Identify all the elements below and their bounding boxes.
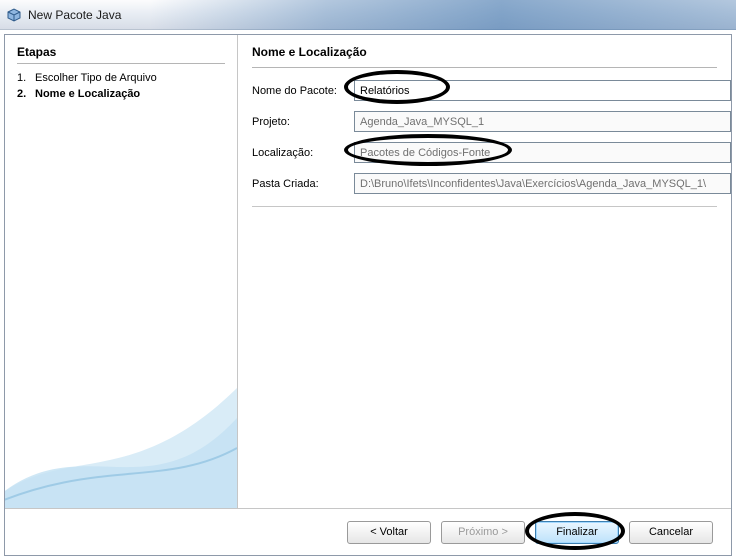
cancel-button[interactable]: Cancelar (629, 521, 713, 544)
panel-heading: Nome e Localização (252, 45, 731, 59)
created-folder-label: Pasta Criada: (252, 178, 348, 190)
steps-sidebar: Etapas 1. Escolher Tipo de Arquivo 2. No… (5, 35, 237, 508)
divider (252, 206, 717, 207)
titlebar: New Pacote Java (0, 0, 736, 30)
divider (252, 67, 717, 68)
package-name-input[interactable] (354, 80, 731, 101)
step-label: Nome e Localização (35, 88, 140, 100)
finish-button[interactable]: Finalizar (535, 521, 619, 544)
location-input[interactable] (354, 142, 731, 163)
wizard-main: Etapas 1. Escolher Tipo de Arquivo 2. No… (5, 35, 731, 509)
project-input (354, 111, 731, 132)
package-icon (6, 7, 22, 23)
wizard-footer: < Voltar Próximo > Finalizar Cancelar (5, 509, 731, 555)
form-grid: Nome do Pacote: Projeto: Localização: Pa… (252, 80, 731, 194)
package-name-label: Nome do Pacote: (252, 85, 348, 97)
step-number: 2. (17, 88, 35, 100)
project-label: Projeto: (252, 116, 348, 128)
window-title: New Pacote Java (28, 8, 121, 22)
step-number: 1. (17, 72, 35, 84)
back-button[interactable]: < Voltar (347, 521, 431, 544)
location-label: Localização: (252, 147, 348, 159)
divider (17, 63, 225, 64)
wizard-content: Nome e Localização Nome do Pacote: Proje… (238, 35, 731, 508)
created-folder-input (354, 173, 731, 194)
wizard-frame: Etapas 1. Escolher Tipo de Arquivo 2. No… (4, 34, 732, 556)
dialog-window: New Pacote Java Etapas 1. Escolher Tipo … (0, 0, 736, 560)
titlebar-gradient (150, 0, 736, 30)
step-2: 2. Nome e Localização (17, 88, 225, 100)
next-button: Próximo > (441, 521, 525, 544)
steps-list: 1. Escolher Tipo de Arquivo 2. Nome e Lo… (17, 72, 225, 100)
sidebar-decorative-art (5, 378, 237, 508)
form-wrap: Nome do Pacote: Projeto: Localização: Pa… (252, 80, 731, 498)
step-label: Escolher Tipo de Arquivo (35, 72, 157, 84)
steps-heading: Etapas (17, 45, 225, 59)
step-1: 1. Escolher Tipo de Arquivo (17, 72, 225, 84)
